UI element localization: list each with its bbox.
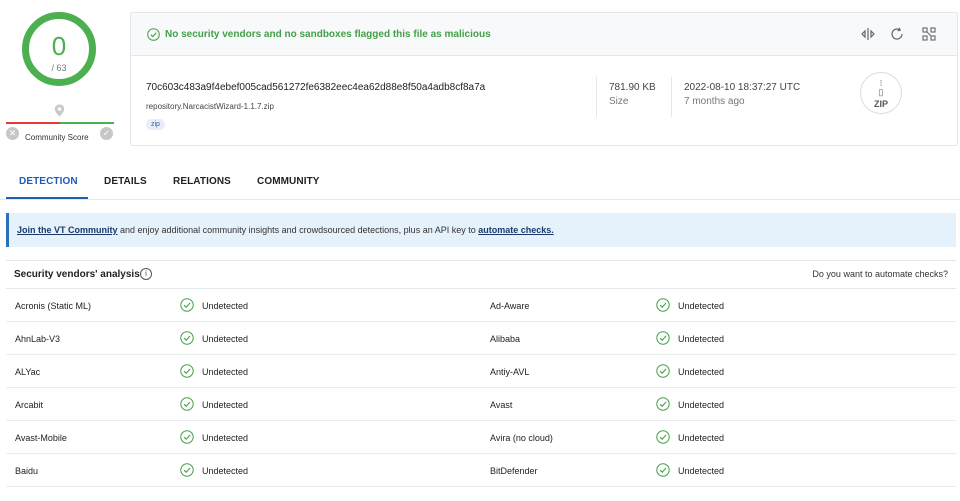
file-summary-card: No security vendors and no sandboxes fla… — [130, 12, 958, 146]
vendor-name: ALYac — [15, 367, 41, 377]
graph-icon[interactable] — [921, 26, 937, 42]
detection-status: Undetected — [202, 301, 249, 311]
undetected-icon — [656, 430, 670, 444]
file-type-label: ZIP — [873, 99, 888, 109]
vendor-name: Baidu — [15, 466, 39, 476]
undetected-icon — [180, 463, 194, 477]
file-name: repository.NarcacistWizard-1.1.7.zip — [146, 102, 274, 111]
scan-date-relative: 7 months ago — [684, 96, 745, 107]
undetected-icon — [656, 463, 670, 477]
undetected-icon — [656, 397, 670, 411]
undetected-icon — [180, 397, 194, 411]
banner-middle-text: and enjoy additional community insights … — [117, 225, 479, 235]
detection-count: 0 — [51, 31, 67, 61]
undetected-icon — [180, 298, 194, 312]
info-icon[interactable]: i — [140, 268, 152, 280]
downvote-icon[interactable]: ✕ — [6, 127, 19, 140]
vendor-name: Avast — [490, 400, 513, 410]
automate-checks-prompt[interactable]: Do you want to automate checks? — [812, 269, 948, 279]
analysis-header: Security vendors' analysis i Do you want… — [6, 260, 956, 289]
detection-status: Undetected — [678, 367, 725, 377]
community-score-bar — [6, 122, 114, 124]
tab-relations[interactable]: RELATIONS — [173, 176, 231, 187]
undetected-icon — [656, 331, 670, 345]
vendor-name: Avira (no cloud) — [490, 433, 553, 443]
vendor-name: Avast-Mobile — [15, 433, 67, 443]
join-community-link[interactable]: Join the VT Community — [17, 225, 118, 235]
table-row: AhnLab-V3 Undetected Alibaba Undetected — [6, 322, 956, 355]
active-tab-indicator — [6, 197, 88, 199]
detection-status: Undetected — [202, 367, 249, 377]
divider — [596, 77, 597, 117]
vendor-name: Acronis (Static ML) — [15, 301, 92, 311]
detection-status: Undetected — [202, 334, 249, 344]
detection-status: Undetected — [678, 334, 725, 344]
reanalyze-icon[interactable] — [889, 26, 905, 42]
vendor-name: Ad-Aware — [490, 301, 530, 311]
file-tag[interactable]: zip — [146, 119, 165, 130]
vendor-name: BitDefender — [490, 466, 538, 476]
detection-status: Undetected — [202, 433, 249, 443]
table-row: Acronis (Static ML) Undetected Ad-Aware Und… — [6, 289, 956, 322]
table-row: ALYac Undetected Antiy-AVL Undetected — [6, 355, 956, 388]
banner-text: Join the VT Community and enjoy addition… — [17, 225, 554, 235]
file-size-label: Size — [609, 96, 629, 107]
detection-total: / 63 — [51, 63, 67, 73]
detection-score-widget: 0 / 63 ✕ Community Score ✓ — [0, 0, 120, 150]
detection-status: Undetected — [202, 466, 249, 476]
analysis-title: Security vendors' analysis — [14, 269, 140, 280]
vendor-name: Antiy-AVL — [490, 367, 530, 377]
table-row: Arcabit Undetected Avast Undetected — [6, 388, 956, 421]
check-circle-icon — [147, 28, 160, 41]
undetected-icon — [180, 331, 194, 345]
tab-details[interactable]: DETAILS — [104, 176, 147, 187]
location-pin-icon — [54, 104, 65, 117]
detection-status: Undetected — [678, 433, 725, 443]
undetected-icon — [656, 298, 670, 312]
upvote-icon[interactable]: ✓ — [100, 127, 113, 140]
file-hash[interactable]: 70c603c483a9f4ebef005cad561272fe6382eec4… — [146, 82, 485, 93]
scan-date-value: 2022-08-10 18:37:27 UTC — [684, 82, 801, 93]
verdict-text: No security vendors and no sandboxes fla… — [165, 29, 491, 40]
file-size-value: 781.90 KB — [609, 82, 656, 93]
divider — [671, 77, 672, 117]
vendor-name: Alibaba — [490, 334, 521, 344]
detection-status: Undetected — [678, 400, 725, 410]
vendor-name: AhnLab-V3 — [15, 334, 61, 344]
verdict-bar: No security vendors and no sandboxes fla… — [131, 13, 957, 56]
undetected-icon — [180, 364, 194, 378]
detection-status: Undetected — [678, 466, 725, 476]
vendor-results-table: Acronis (Static ML) Undetected Ad-Aware Und… — [6, 289, 956, 487]
table-row: Avast-Mobile Undetected Avira (no cloud) Un… — [6, 421, 956, 454]
community-banner: Join the VT Community and enjoy addition… — [6, 213, 956, 247]
undetected-icon — [656, 364, 670, 378]
detection-status: Undetected — [678, 301, 725, 311]
compare-icon[interactable] — [860, 26, 876, 42]
zip-file-type-icon: ⁝ ▯ ZIP — [860, 72, 902, 114]
tab-community[interactable]: COMMUNITY — [257, 176, 320, 187]
automate-checks-link[interactable]: automate checks. — [478, 225, 554, 235]
detection-score-ring: 0 / 63 — [22, 12, 96, 86]
table-row: Baidu Undetected BitDefender Undetected — [6, 454, 956, 487]
undetected-icon — [180, 430, 194, 444]
detection-status: Undetected — [202, 400, 249, 410]
community-score-label: Community Score — [25, 133, 89, 142]
vendor-name: Arcabit — [15, 400, 44, 410]
tab-bar: DETECTION DETAILS RELATIONS COMMUNITY — [0, 162, 960, 200]
tab-detection[interactable]: DETECTION — [19, 176, 78, 187]
